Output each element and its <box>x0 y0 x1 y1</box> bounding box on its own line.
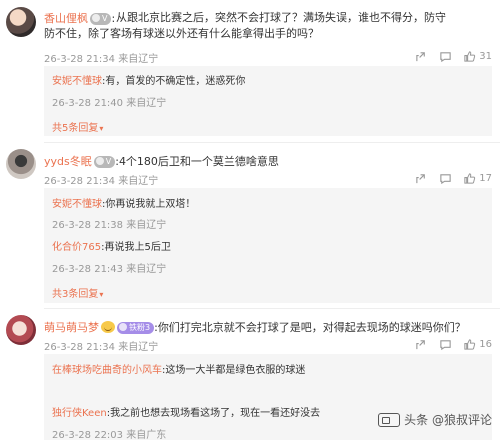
reply-text: 你再说我就上双塔！ <box>105 199 196 210</box>
watermark: 头条 @狼叔评论 <box>378 411 492 428</box>
reply-item: 在棒球场吃曲奇的小风车:这场一大半都是绿色衣服的球迷 <box>52 365 306 376</box>
reply-box: 安妮不懂球:你再说我就上双塔！ 26-3-28 21:38 来自辽宁 化合价76… <box>44 188 492 303</box>
share-icon <box>416 340 426 350</box>
comment-icon <box>440 52 451 63</box>
share-button[interactable] <box>415 172 428 185</box>
comment-header: yyds冬眠 V:4个180后卫和一个莫兰德啥意思 <box>44 155 279 168</box>
chevron-down-icon: ▾ <box>99 290 104 299</box>
like-count: 16 <box>479 339 492 350</box>
reply-item: 安妮不懂球:你再说我就上双塔！ <box>52 199 196 210</box>
watermark-text: 头条 @狼叔评论 <box>404 413 492 427</box>
share-icon <box>416 52 426 62</box>
fan-badge: 铁粉3 <box>117 322 155 334</box>
comment-1: 香山俚枫 V: 从跟北京比赛之后，突然不会打球了？满场失误，谁也不得分，防守防不住… <box>0 0 500 140</box>
like-count: 31 <box>479 51 492 62</box>
reply-time: 26-3-28 22:03 来自广东 <box>52 430 167 440</box>
comment-text: 从跟北京比赛之后，突然不会打球了？满场失误，谁也不得分，防守防不住，除了客场有球… <box>44 11 446 40</box>
reply-text: 有，首发的不确定性，迷惑死你 <box>105 76 246 87</box>
like-button[interactable]: 31 <box>463 50 492 63</box>
share-button[interactable] <box>415 50 428 63</box>
avatar[interactable] <box>6 149 36 179</box>
emoji-icon <box>101 321 115 333</box>
reply-username[interactable]: 在棒球场吃曲奇的小风车 <box>52 365 162 376</box>
reply-text: 我之前也想去现场看这场了，现在一看还好没去 <box>110 408 321 419</box>
chevron-down-icon: ▾ <box>99 124 104 133</box>
avatar[interactable] <box>6 7 36 37</box>
comment-actions: 16 <box>415 338 492 351</box>
user-badge: V <box>93 156 116 168</box>
comment-time: 26-3-28 21:34 来自辽宁 <box>44 342 159 353</box>
toutiao-logo-icon <box>378 412 401 427</box>
reply-time: 26-3-28 21:43 来自辽宁 <box>52 264 167 275</box>
comment-icon <box>440 340 451 351</box>
reply-time: 26-3-28 21:38 来自辽宁 <box>52 220 167 231</box>
avatar[interactable] <box>6 315 36 345</box>
reply-item: 化合价765:再说我上5后卫 <box>52 242 171 253</box>
like-count: 17 <box>479 173 492 184</box>
comment-header: 萌马萌马梦 铁粉3:你们打完北京就不会打球了是吧，对得起去现场的球迷吗你们？ <box>44 321 466 334</box>
comment-text: 你们打完北京就不会打球了是吧，对得起去现场的球迷吗你们？ <box>157 321 466 334</box>
reply-username[interactable]: 独行侠Keen <box>52 408 107 419</box>
more-replies-link[interactable]: 共3条回复▾ <box>52 285 103 300</box>
comment-icon <box>440 174 451 185</box>
comment-2: yyds冬眠 V:4个180后卫和一个莫兰德啥意思 26-3-28 21:34 来… <box>0 143 500 303</box>
comment-time: 26-3-28 21:34 来自辽宁 <box>44 54 159 65</box>
reply-item: 安妮不懂球:有，首发的不确定性，迷惑死你 <box>52 76 246 87</box>
comment-time: 26-3-28 21:34 来自辽宁 <box>44 176 159 187</box>
reply-username[interactable]: 安妮不懂球 <box>52 199 102 210</box>
reply-text: 再说我上5后卫 <box>104 242 171 253</box>
comment-actions: 17 <box>415 172 492 185</box>
comment-text: 4个180后卫和一个莫兰德啥意思 <box>118 155 279 168</box>
reply-box: 安妮不懂球:有，首发的不确定性，迷惑死你 26-3-28 21:40 来自辽宁 … <box>44 66 492 136</box>
share-icon <box>416 174 426 184</box>
share-button[interactable] <box>415 338 428 351</box>
reply-username[interactable]: 安妮不懂球 <box>52 76 102 87</box>
reply-username[interactable]: 化合价765 <box>52 242 101 253</box>
reply-item: 独行侠Keen:我之前也想去现场看这场了，现在一看还好没去 <box>52 408 321 419</box>
comment-actions: 31 <box>415 50 492 63</box>
username[interactable]: 萌马萌马梦 <box>44 321 99 334</box>
like-button[interactable]: 17 <box>463 172 492 185</box>
like-icon <box>464 173 476 184</box>
comment-button[interactable] <box>439 172 452 185</box>
reply-text: 这场一大半都是绿色衣服的球迷 <box>165 365 306 376</box>
comment-button[interactable] <box>439 338 452 351</box>
like-button[interactable]: 16 <box>463 338 492 351</box>
like-icon <box>464 339 476 350</box>
like-icon <box>464 51 476 62</box>
more-replies-link[interactable]: 共5条回复▾ <box>52 119 103 134</box>
reply-time: 26-3-28 21:40 来自辽宁 <box>52 98 167 109</box>
comment-button[interactable] <box>439 50 452 63</box>
username[interactable]: yyds冬眠 <box>44 155 92 168</box>
